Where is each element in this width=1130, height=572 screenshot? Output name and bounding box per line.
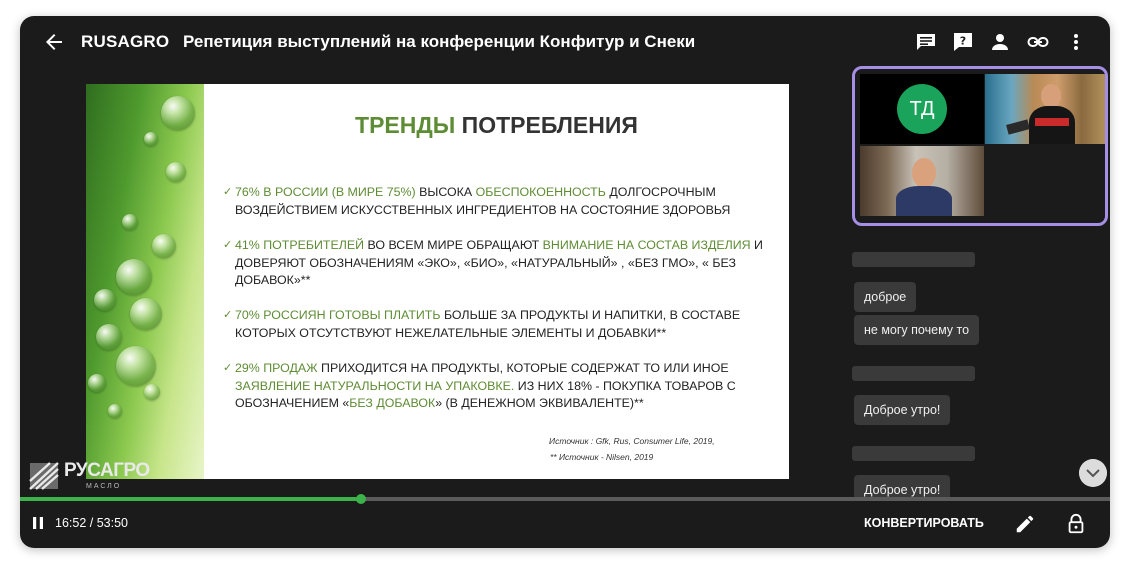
- progress-track[interactable]: [20, 494, 1110, 504]
- question-icon[interactable]: ?: [951, 30, 975, 54]
- participant-tile-video[interactable]: [860, 146, 984, 216]
- water-drop: [96, 324, 122, 350]
- phone-shape: [1006, 119, 1030, 135]
- water-drop: [130, 298, 162, 330]
- check-icon: ✓: [223, 239, 233, 251]
- bullet-text: ВЫСОКА: [415, 185, 476, 199]
- svg-text:?: ?: [960, 35, 966, 48]
- brand-name: RUSAGRO: [81, 32, 170, 51]
- check-icon: ✓: [223, 309, 233, 321]
- playback-time: 16:52 / 53:50: [55, 516, 128, 530]
- bullet-highlight: ГОТОВЫ ПЛАТИТЬ: [329, 308, 441, 322]
- slide-bullet: ✓ 41% ПОТРЕБИТЕЛЕЙ ВО ВСЕМ МИРЕ ОБРАЩАЮТ…: [223, 237, 763, 290]
- page-title: Репетиция выступлений на конференции Кон…: [183, 32, 696, 51]
- slide-bullet: ✓ 29% ПРОДАЖ ПРИХОДИТСЯ НА ПРОДУКТЫ, КОТ…: [223, 360, 763, 413]
- bullet-highlight: 41% ПОТРЕБИТЕЛЕЙ: [235, 238, 365, 252]
- water-drop: [94, 289, 116, 311]
- lock-icon[interactable]: [1065, 513, 1087, 535]
- chat-author-redacted: [852, 366, 975, 381]
- convert-button[interactable]: КОНВЕРТИРОВАТЬ: [864, 516, 984, 530]
- bullet-highlight: 29% ПРОДАЖ: [235, 361, 318, 375]
- chat-author-redacted: [852, 446, 975, 461]
- chat-author-redacted: [852, 252, 975, 267]
- water-drop: [144, 384, 160, 400]
- participant-head: [1041, 84, 1061, 108]
- participant-body: [896, 186, 952, 216]
- water-drop: [116, 259, 152, 295]
- pencil-icon[interactable]: [1014, 513, 1036, 535]
- more-options-icon[interactable]: [1064, 30, 1088, 54]
- participants-grid: ТД: [852, 66, 1108, 226]
- bullet-highlight: ОБЕСПОКОЕННОСТЬ: [475, 185, 606, 199]
- logo-subtext: МАСЛО: [86, 483, 122, 490]
- water-drop: [108, 404, 122, 418]
- water-drop: [152, 234, 176, 258]
- chat-message: Доброе утро!: [854, 475, 951, 497]
- chat-message: не могу почему то: [854, 315, 980, 345]
- slide-source-2: ** Источник - Nilsen, 2019: [550, 452, 654, 462]
- slide-bullet: ✓ 70% РОССИЯН ГОТОВЫ ПЛАТИТЬ БОЛЬШЕ ЗА П…: [223, 307, 763, 342]
- bullet-highlight: 76% В РОССИИ (В МИРЕ 75%): [235, 185, 416, 199]
- participant-tile-video[interactable]: [985, 74, 1105, 144]
- header: RUSAGRO Репетиция выступлений на конфере…: [20, 16, 1110, 68]
- avatar: ТД: [897, 84, 947, 134]
- rusagro-logo: РУСАГРО МАСЛО: [28, 457, 150, 497]
- bullet-highlight: 70% РОССИЯН: [235, 308, 330, 322]
- back-arrow-icon[interactable]: [42, 30, 66, 54]
- progress-fill: [20, 497, 362, 501]
- slide-title-accent: ТРЕНДЫ: [355, 112, 456, 138]
- slide-title: ТРЕНДЫ ПОТРЕБЛЕНИЯ: [204, 112, 789, 139]
- bullet-highlight: БЕЗ ДОБАВОК: [349, 396, 436, 410]
- chat-icon[interactable]: [914, 30, 938, 54]
- bullet-text: ПРИХОДИТСЯ НА ПРОДУКТЫ, КОТОРЫЕ СОДЕРЖАТ…: [317, 361, 729, 375]
- progress-scrubber[interactable]: [356, 494, 367, 504]
- chat-message: Доброе утро!: [854, 395, 951, 425]
- presentation-slide: ТРЕНДЫ ПОТРЕБЛЕНИЯ ✓ 76% В РОССИИ (В МИР…: [86, 84, 789, 479]
- sunflower-logo-icon: [29, 462, 59, 490]
- bullet-highlight: ЗАЯВЛЕНИЕ НАТУРАЛЬНОСТИ НА УПАКОВКЕ.: [235, 378, 515, 393]
- video-player-window: RUSAGRO Репетиция выступлений на конфере…: [20, 16, 1110, 548]
- participant-shirt-stripe: [1035, 118, 1069, 126]
- slide-title-rest: ПОТРЕБЛЕНИЯ: [455, 112, 638, 138]
- pause-icon[interactable]: [31, 516, 45, 530]
- slide-source-1: Источник : Gfk, Rus, Consumer Life, 2019…: [549, 436, 715, 446]
- water-drop: [144, 132, 158, 146]
- slide-bullet: ✓ 76% В РОССИИ (В МИРЕ 75%) ВЫСОКА ОБЕСП…: [223, 184, 763, 219]
- bullet-highlight: ВНИМАНИЕ НА СОСТАВ ИЗДЕЛИЯ: [542, 238, 751, 252]
- water-drop: [161, 96, 195, 130]
- check-icon: ✓: [223, 186, 233, 198]
- participant-tile-td[interactable]: ТД: [860, 74, 984, 144]
- person-icon[interactable]: [988, 30, 1012, 54]
- check-icon: ✓: [223, 362, 233, 374]
- chat-message: доброе: [854, 282, 917, 312]
- water-drop: [88, 374, 106, 392]
- participant-head: [912, 158, 936, 188]
- link-icon[interactable]: [1026, 30, 1050, 54]
- leaf-image: [86, 84, 204, 479]
- scroll-down-chevron-icon[interactable]: [1079, 459, 1107, 487]
- water-drop: [116, 346, 156, 386]
- bullet-text: ВО ВСЕМ МИРЕ ОБРАЩАЮТ: [364, 238, 543, 252]
- water-drop: [122, 214, 138, 230]
- logo-text: РУСАГРО: [64, 460, 150, 481]
- bullet-text: » (В ДЕНЕЖНОМ ЭКВИВАЛЕНТЕ)**: [435, 396, 644, 410]
- water-drop: [166, 162, 186, 182]
